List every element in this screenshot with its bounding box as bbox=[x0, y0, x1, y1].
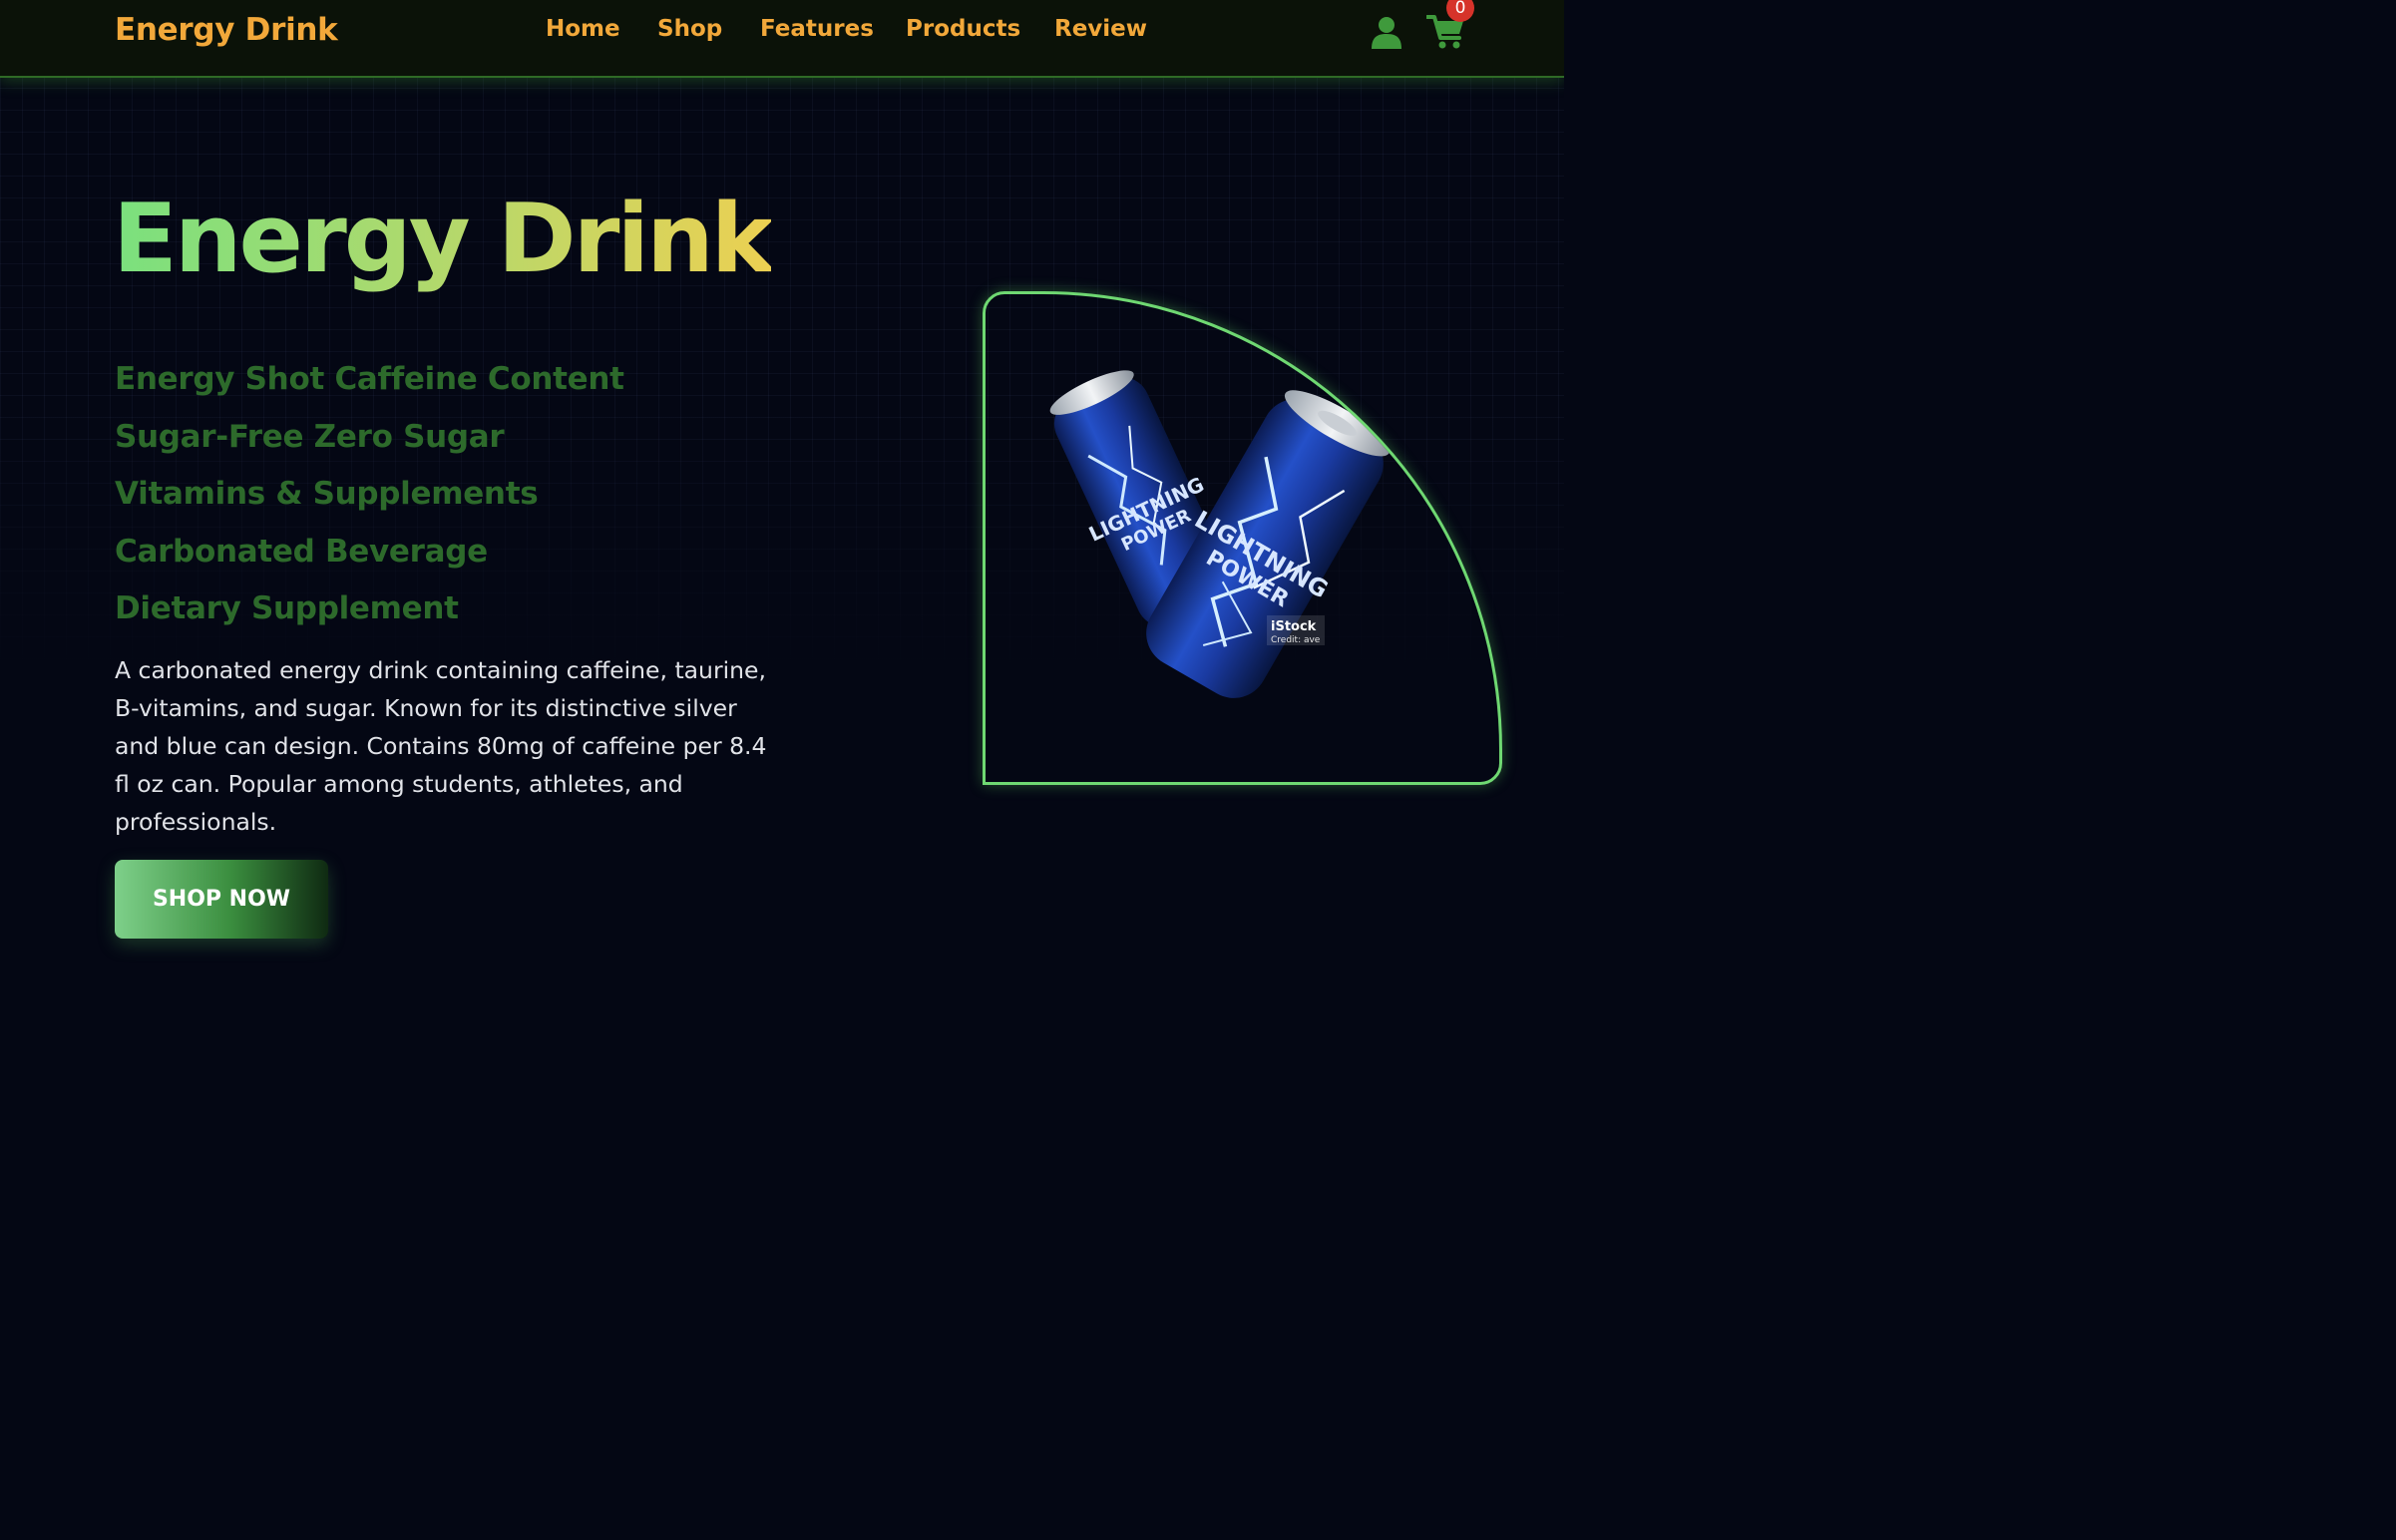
feature-item: Energy Shot Caffeine Content bbox=[115, 361, 624, 397]
feature-list: Energy Shot Caffeine Content Sugar-Free … bbox=[115, 357, 624, 644]
feature-item: Vitamins & Supplements bbox=[115, 476, 539, 512]
main-nav: Home Shop Features Products Review bbox=[0, 16, 1564, 46]
user-icon[interactable] bbox=[1370, 15, 1403, 49]
product-image-frame: LIGHTNING POWER LIGHTNING POWER iStock C… bbox=[983, 291, 1502, 785]
nav-products[interactable]: Products bbox=[906, 16, 1020, 42]
nav-home[interactable]: Home bbox=[546, 16, 620, 42]
energy-cans-image: LIGHTNING POWER LIGHTNING POWER iStock C… bbox=[1049, 370, 1391, 698]
nav-features[interactable]: Features bbox=[760, 16, 874, 42]
watermark: iStock bbox=[1271, 619, 1317, 634]
feature-item: Carbonated Beverage bbox=[115, 533, 488, 570]
feature-item: Sugar-Free Zero Sugar bbox=[115, 418, 505, 455]
page: Energy Drink Home Shop Features Products… bbox=[0, 0, 1564, 1005]
site-header: Energy Drink Home Shop Features Products… bbox=[0, 0, 1564, 78]
watermark-credit: Credit: ave bbox=[1271, 635, 1321, 645]
nav-shop[interactable]: Shop bbox=[657, 16, 722, 42]
feature-item: Dietary Supplement bbox=[115, 590, 459, 626]
nav-review[interactable]: Review bbox=[1054, 16, 1147, 42]
hero-description: A carbonated energy drink containing caf… bbox=[115, 656, 767, 836]
shop-now-button[interactable]: SHOP NOW bbox=[115, 860, 328, 939]
hero-title: Energy Drink bbox=[113, 180, 774, 299]
